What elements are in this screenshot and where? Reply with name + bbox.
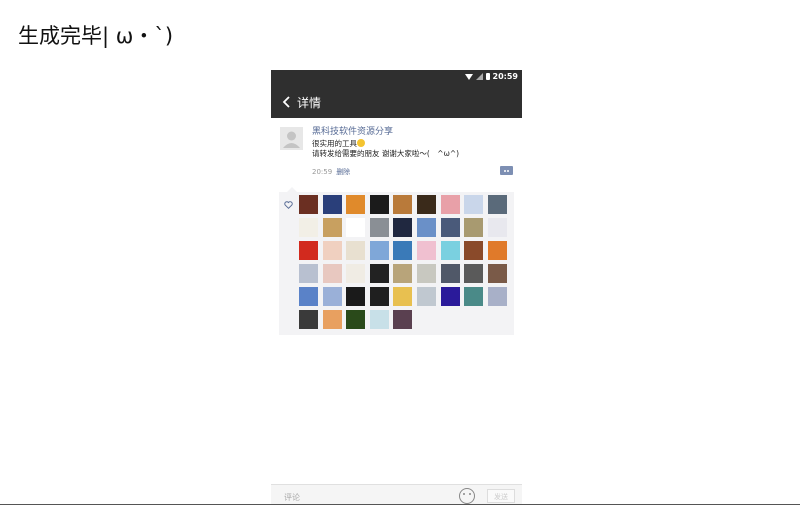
liker-avatar[interactable] bbox=[393, 287, 413, 306]
phone-screen: 20:59 详情 黑科技软件资源分享 很实用的工具 请转发给需要的朋友 谢谢大家… bbox=[271, 70, 522, 505]
liker-avatar[interactable] bbox=[346, 310, 366, 329]
liker-avatar[interactable] bbox=[369, 241, 389, 260]
post-meta: 20:59 删除 bbox=[312, 167, 350, 177]
liker-avatar[interactable] bbox=[416, 218, 436, 237]
signal-icon bbox=[475, 73, 483, 80]
liker-avatar[interactable] bbox=[487, 241, 507, 260]
liker-avatar[interactable] bbox=[299, 218, 318, 237]
post-text-line2: 请转发给需要的朋友 谢谢大家啦～( ^ω^) bbox=[312, 149, 460, 158]
liker-avatar[interactable] bbox=[346, 264, 366, 283]
liker-avatar[interactable] bbox=[464, 241, 484, 260]
default-avatar-icon bbox=[283, 131, 300, 148]
emoji-face-icon[interactable] bbox=[459, 488, 475, 504]
liker-avatar[interactable] bbox=[440, 241, 460, 260]
liker-avatar[interactable] bbox=[393, 241, 413, 260]
liker-avatar[interactable] bbox=[440, 218, 460, 237]
liker-avatar[interactable] bbox=[299, 287, 318, 306]
liker-avatar[interactable] bbox=[487, 195, 507, 214]
delete-link[interactable]: 删除 bbox=[336, 168, 350, 176]
author-avatar[interactable] bbox=[280, 127, 303, 150]
liker-avatar[interactable] bbox=[393, 310, 413, 329]
liker-avatar[interactable] bbox=[369, 195, 389, 214]
wifi-icon bbox=[464, 73, 473, 80]
liker-avatar[interactable] bbox=[487, 218, 507, 237]
liker-avatar[interactable] bbox=[346, 287, 366, 306]
liker-avatar[interactable] bbox=[393, 218, 413, 237]
comment-input[interactable]: 评论 bbox=[284, 492, 300, 503]
liker-avatar[interactable] bbox=[322, 218, 342, 237]
heart-outline-icon bbox=[284, 201, 293, 209]
liker-avatar[interactable] bbox=[416, 195, 436, 214]
smile-emoji-icon bbox=[357, 139, 365, 147]
liker-avatar[interactable] bbox=[440, 287, 460, 306]
liker-avatar[interactable] bbox=[393, 195, 413, 214]
send-button[interactable]: 发送 bbox=[487, 489, 515, 503]
liker-avatar[interactable] bbox=[487, 287, 507, 306]
liker-avatar[interactable] bbox=[299, 195, 318, 214]
back-button[interactable] bbox=[277, 86, 295, 118]
liker-avatar[interactable] bbox=[416, 241, 436, 260]
comment-dots-icon[interactable] bbox=[500, 166, 513, 175]
status-bar: 20:59 bbox=[271, 70, 522, 86]
liker-avatar[interactable] bbox=[346, 195, 366, 214]
liker-avatar[interactable] bbox=[440, 264, 460, 283]
liker-avatar-grid bbox=[299, 195, 513, 333]
battery-icon bbox=[485, 73, 490, 80]
author-name[interactable]: 黑科技软件资源分享 bbox=[312, 124, 393, 137]
liker-avatar[interactable] bbox=[322, 310, 342, 329]
liker-avatar[interactable] bbox=[346, 241, 366, 260]
page-title: 生成完毕| ω・`) bbox=[18, 24, 174, 48]
likes-panel bbox=[279, 187, 514, 335]
liker-avatar[interactable] bbox=[322, 241, 342, 260]
liker-avatar[interactable] bbox=[369, 287, 389, 306]
chevron-left-icon bbox=[282, 96, 290, 108]
liker-avatar[interactable] bbox=[393, 264, 413, 283]
liker-avatar[interactable] bbox=[369, 310, 389, 329]
liker-avatar[interactable] bbox=[464, 218, 484, 237]
post-time: 20:59 bbox=[312, 168, 333, 176]
nav-bar: 详情 bbox=[271, 86, 522, 118]
comment-bar: 评论 发送 bbox=[271, 484, 522, 505]
liker-avatar[interactable] bbox=[416, 287, 436, 306]
liker-avatar[interactable] bbox=[322, 264, 342, 283]
liker-avatar[interactable] bbox=[346, 218, 366, 237]
status-time: 20:59 bbox=[492, 72, 518, 81]
liker-avatar[interactable] bbox=[416, 264, 436, 283]
liker-avatar[interactable] bbox=[464, 264, 484, 283]
liker-avatar[interactable] bbox=[487, 264, 507, 283]
liker-avatar[interactable] bbox=[299, 310, 318, 329]
nav-title: 详情 bbox=[297, 95, 322, 110]
liker-avatar[interactable] bbox=[299, 241, 318, 260]
liker-avatar[interactable] bbox=[440, 195, 460, 214]
liker-avatar[interactable] bbox=[322, 287, 342, 306]
liker-avatar[interactable] bbox=[369, 218, 389, 237]
liker-avatar[interactable] bbox=[299, 264, 318, 283]
liker-avatar[interactable] bbox=[464, 195, 484, 214]
liker-avatar[interactable] bbox=[464, 287, 484, 306]
liker-avatar[interactable] bbox=[322, 195, 342, 214]
post-text-line1: 很实用的工具 bbox=[312, 139, 357, 148]
liker-avatar[interactable] bbox=[369, 264, 389, 283]
post-text: 很实用的工具 请转发给需要的朋友 谢谢大家啦～( ^ω^) bbox=[312, 139, 459, 159]
